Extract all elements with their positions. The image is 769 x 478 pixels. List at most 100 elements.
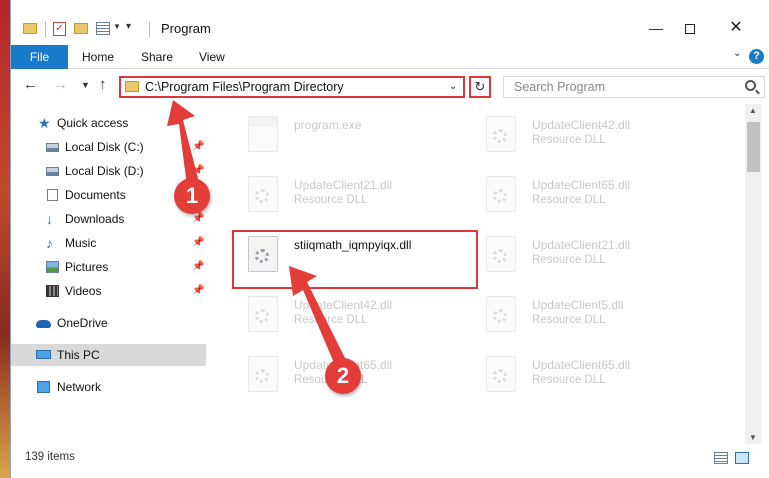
properties-check-icon[interactable]: ✓ [53,22,66,36]
dll-file-icon [486,116,516,152]
folder-icon [23,23,37,34]
sidebar-item-label: Local Disk (D:) [65,164,144,178]
sidebar-item-local-disk-c[interactable]: Local Disk (C:) 📌 [11,136,206,158]
close-button[interactable]: ✕ [721,14,751,42]
toolbar-separator [45,21,46,37]
file-name: program.exe [294,118,362,132]
file-item[interactable]: UpdateClient65.dll Resource DLL [474,348,694,400]
star-icon: ★ [38,115,51,131]
sidebar-item-downloads[interactable]: ↓ Downloads 📌 [11,208,206,230]
vertical-scrollbar[interactable]: ▲ ▼ [745,104,762,444]
document-icon [47,189,58,201]
file-type: Resource DLL [532,374,606,386]
customize-toolbar-icon[interactable]: ▾ [126,21,131,32]
file-item[interactable]: program.exe [236,108,456,160]
tab-view[interactable]: View [199,45,225,69]
file-item[interactable]: UpdateClient42.dll Resource DLL [236,288,456,340]
dll-file-icon [486,236,516,272]
download-icon: ↓ [46,211,53,227]
navigation-bar: ← → ▼ ↑ C:\Program Files\Program Directo… [11,70,769,102]
file-name: UpdateClient42.dll [532,118,631,132]
scroll-down-icon[interactable]: ▼ [749,433,757,442]
file-item[interactable]: UpdateClient21.dll Resource DLL [236,168,456,220]
chevron-down-icon[interactable]: ⌄ [449,81,457,92]
address-bar[interactable]: C:\Program Files\Program Directory ⌄ [119,76,465,98]
refresh-button[interactable]: ↻ [469,76,491,98]
sidebar-item-label: Documents [65,188,126,202]
file-item[interactable]: UpdateClient42.dll Resource DLL [474,108,694,160]
tab-share[interactable]: Share [141,45,173,69]
sidebar-item-music[interactable]: ♪ Music 📌 [11,232,206,254]
pin-icon[interactable]: 📌 [192,256,204,278]
address-path[interactable]: C:\Program Files\Program Directory [145,80,344,94]
sidebar-item-this-pc[interactable]: This PC [11,344,206,366]
sidebar-item-videos[interactable]: Videos 📌 [11,280,206,302]
file-name: UpdateClient65.dll [532,178,631,192]
pictures-icon [46,261,59,273]
pin-icon[interactable]: 📌 [192,280,204,302]
file-type: Resource DLL [532,314,606,326]
sidebar-item-pictures[interactable]: Pictures 📌 [11,256,206,278]
sidebar-item-local-disk-d[interactable]: Local Disk (D:) 📌 [11,160,206,182]
scroll-thumb[interactable] [747,122,760,172]
pin-icon[interactable]: 📌 [192,232,204,254]
sidebar-item-label: Local Disk (C:) [65,140,144,154]
music-icon: ♪ [46,235,53,251]
onedrive-cloud-icon [36,320,51,328]
file-name: UpdateClient21.dll [294,178,393,192]
back-button[interactable]: ← [23,76,38,93]
sidebar-item-network[interactable]: Network [11,376,206,398]
file-item[interactable]: UpdateClient65.dll Resource DLL [474,168,694,220]
file-name: UpdateClient5.dll [532,298,624,312]
tab-file[interactable]: File [11,45,68,69]
new-folder-icon[interactable] [74,23,88,34]
explorer-window: ✓ ▼ ▾ Program — ✕ File Home Share View ⌄… [10,0,769,478]
scroll-up-icon[interactable]: ▲ [749,106,757,115]
sidebar-item-label: Quick access [57,116,129,130]
drive-icon [46,143,59,152]
tiles-view-icon[interactable] [735,452,749,464]
file-type: Resource DLL [532,254,606,266]
file-item[interactable]: UpdateClient5.dll Resource DLL [474,288,694,340]
recent-locations-button[interactable]: ▼ [81,80,90,90]
file-type: Resource DLL [294,314,368,326]
pin-icon[interactable]: 📌 [192,136,204,158]
sidebar-item-label: Pictures [65,260,109,274]
maximize-icon [685,24,695,35]
minimize-button[interactable]: — [641,14,671,42]
navigation-pane: ★ Quick access Local Disk (C:) 📌 Local D… [11,110,206,440]
dll-file-icon [486,176,516,212]
ribbon-tabs: File Home Share View ⌄ ? [11,45,769,69]
chevron-down-icon[interactable]: ▼ [113,22,121,31]
window-title: Program [161,21,211,36]
up-button[interactable]: ↑ [99,76,107,93]
sidebar-item-label: Network [57,380,102,394]
drive-icon [46,167,59,176]
file-list: program.exe UpdateClient42.dll Resource … [216,104,741,444]
sidebar-item-quick-access[interactable]: ★ Quick access [11,112,206,134]
maximize-button[interactable] [675,14,705,42]
toolbar-separator [149,21,150,37]
file-name: UpdateClient65.dll [532,358,631,372]
file-item[interactable]: UpdateClient21.dll Resource DLL [474,228,694,280]
dll-file-icon [248,356,278,392]
folder-icon [125,81,139,92]
exe-file-icon [248,116,278,152]
sidebar-item-onedrive[interactable]: OneDrive [11,312,206,334]
dll-file-icon [486,356,516,392]
details-view-icon[interactable] [714,452,728,464]
search-placeholder: Search Program [514,80,606,94]
file-name: UpdateClient42.dll [294,298,393,312]
expand-ribbon-icon[interactable]: ⌄ [733,48,741,59]
sidebar-item-label: Downloads [65,212,125,226]
quick-access-properties-icon[interactable] [96,22,110,35]
help-button[interactable]: ? [749,49,764,64]
search-input[interactable]: Search Program [503,76,765,98]
network-icon [37,381,50,393]
forward-button[interactable]: → [53,76,68,93]
step-2-callout: 2 [325,358,361,394]
file-type: Resource DLL [532,134,606,146]
step-1-callout: 1 [174,178,210,214]
tab-home[interactable]: Home [82,45,114,69]
file-type: Resource DLL [294,194,368,206]
